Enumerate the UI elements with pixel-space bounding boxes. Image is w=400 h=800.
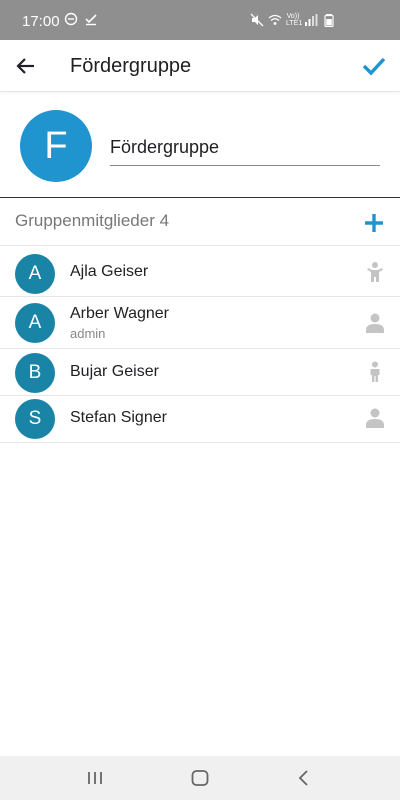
avatar: B — [15, 353, 55, 393]
wifi-icon — [268, 14, 282, 25]
mute-icon — [250, 13, 264, 27]
group-header: F — [0, 92, 400, 198]
status-time: 17:00 — [22, 13, 60, 30]
member-name: Stefan Signer — [70, 409, 167, 426]
check-icon[interactable] — [360, 52, 388, 80]
status-bar: 17:00 Vo)) LTE1 — [0, 0, 400, 40]
group-name-field[interactable] — [110, 130, 380, 166]
child-icon[interactable] — [364, 361, 386, 383]
system-nav-bar — [0, 756, 400, 800]
task-done-icon — [85, 14, 97, 26]
do-not-disturb-icon — [64, 12, 78, 26]
member-name: Bujar Geiser — [70, 363, 159, 380]
avatar: S — [15, 399, 55, 439]
member-list: A Ajla Geiser A Arber Wagner admin B Buj… — [0, 247, 400, 443]
member-role: admin — [70, 326, 106, 341]
status-left-icons — [64, 12, 98, 26]
page-title: Fördergruppe — [70, 55, 192, 77]
nav-back-icon[interactable] — [292, 766, 316, 790]
app-bar: Fördergruppe — [0, 40, 400, 92]
signal-icon — [305, 14, 318, 26]
person-icon[interactable] — [364, 407, 386, 429]
child-icon[interactable] — [364, 261, 386, 283]
members-header: Gruppenmitglieder 4 — [0, 199, 400, 246]
group-avatar[interactable]: F — [20, 110, 92, 182]
battery-icon — [324, 14, 334, 27]
list-item[interactable]: A Arber Wagner admin — [0, 297, 400, 349]
avatar: A — [15, 254, 55, 294]
members-title: Gruppenmitglieder 4 — [15, 211, 170, 230]
list-item[interactable]: A Ajla Geiser — [0, 247, 400, 297]
network-label-bottom: LTE1 — [286, 20, 303, 27]
member-name: Arber Wagner — [70, 305, 169, 322]
home-icon[interactable] — [188, 766, 212, 790]
arrow-left-icon[interactable] — [12, 52, 40, 80]
list-item[interactable]: S Stefan Signer — [0, 396, 400, 443]
avatar: A — [15, 303, 55, 343]
member-name: Ajla Geiser — [70, 263, 149, 280]
person-icon[interactable] — [364, 312, 386, 334]
recents-icon[interactable] — [83, 766, 107, 790]
list-item[interactable]: B Bujar Geiser — [0, 349, 400, 396]
network-label-top: Vo)) — [286, 13, 300, 20]
plus-icon[interactable] — [362, 211, 386, 235]
status-right-icons: Vo)) LTE1 — [250, 13, 336, 27]
network-label: Vo)) LTE1 — [286, 13, 303, 27]
